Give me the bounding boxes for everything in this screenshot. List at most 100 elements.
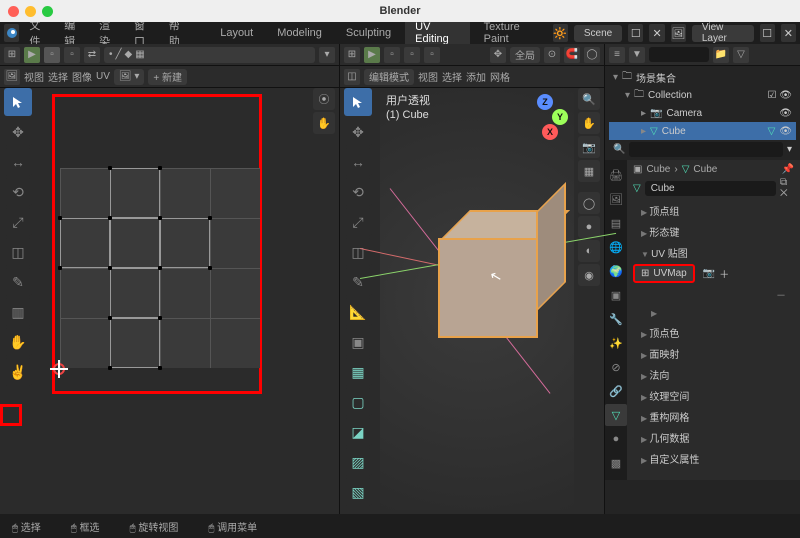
ptab-viewlayer[interactable]: ▤ bbox=[605, 212, 627, 234]
outliner-scene-collection[interactable]: ▾🗀 场景集合 bbox=[609, 68, 796, 86]
workspace-layout[interactable]: Layout bbox=[210, 25, 263, 41]
ptab-texture[interactable]: ▩ bbox=[605, 452, 627, 474]
ptab-particles[interactable]: ✨ bbox=[605, 332, 627, 354]
uv-image-slot[interactable]: 🖼 ▾ bbox=[114, 69, 145, 85]
section-normals[interactable]: 法向 bbox=[633, 365, 794, 384]
uvmap-remove-button[interactable]: － bbox=[768, 285, 794, 304]
ptab-object[interactable]: ▣ bbox=[605, 284, 627, 306]
gizmo-y[interactable]: Y bbox=[552, 109, 568, 125]
uv-2d-cursor[interactable] bbox=[50, 360, 68, 378]
section-vertex-colors[interactable]: 顶点色 bbox=[633, 323, 794, 342]
vp-tool-transform[interactable]: ◫ bbox=[344, 238, 372, 266]
uv-sync-icon[interactable]: ⇄ bbox=[84, 47, 100, 63]
section-vertex-groups[interactable]: 顶点组 bbox=[633, 201, 794, 220]
scene-icon[interactable]: 🔆 bbox=[553, 24, 568, 42]
ptab-render[interactable]: 🖨 bbox=[605, 164, 627, 186]
section-custom-props[interactable]: 自定义属性 bbox=[633, 449, 794, 468]
blender-icon[interactable] bbox=[4, 24, 19, 42]
vp-shade-rendered[interactable]: ◉ bbox=[578, 264, 600, 286]
ptab-constraint[interactable]: 🔗 bbox=[605, 380, 627, 402]
vp-mode[interactable]: 编辑模式 bbox=[364, 69, 414, 85]
vp-orient-icon[interactable]: ✥ bbox=[490, 47, 506, 63]
uv-sel-mode-1[interactable]: ▫ bbox=[44, 47, 60, 63]
viewlayer-name[interactable]: View Layer bbox=[692, 25, 754, 42]
uv-menu-uv[interactable]: UV bbox=[96, 71, 110, 82]
vp-tool-loopcut[interactable]: ▨ bbox=[344, 448, 372, 476]
vp-menu-select[interactable]: 选择 bbox=[442, 69, 462, 84]
vp-tool-bevel[interactable]: ◪ bbox=[344, 418, 372, 446]
uvmap-sub[interactable] bbox=[633, 306, 794, 321]
section-texture-space[interactable]: 纹理空间 bbox=[633, 386, 794, 405]
section-uv-maps[interactable]: UV 贴图 bbox=[633, 243, 794, 262]
vp-menu-add[interactable]: 添加 bbox=[466, 69, 486, 84]
uv-menu-image[interactable]: 图像 bbox=[72, 69, 92, 84]
vp-persp-icon[interactable]: ▦ bbox=[578, 160, 600, 182]
vp-menu-mesh[interactable]: 网格 bbox=[490, 69, 510, 84]
vp-tool-annotate[interactable]: ✎ bbox=[344, 268, 372, 296]
outliner-new-collection-icon[interactable]: 📁 bbox=[713, 47, 729, 63]
vp-tool-scale[interactable]: ⤢ bbox=[344, 208, 372, 236]
uv-tool-transform[interactable]: ◫ bbox=[4, 238, 32, 266]
uv-tool-annotate[interactable]: ✎ bbox=[4, 268, 32, 296]
vp-tool-select[interactable] bbox=[344, 88, 372, 116]
ptab-mesh[interactable]: ▽ bbox=[605, 404, 627, 426]
outliner-funnel-icon[interactable]: ▽ bbox=[733, 47, 749, 63]
uvmap-add-button[interactable]: ＋ bbox=[719, 266, 729, 281]
ptab-material[interactable]: ● bbox=[605, 428, 627, 450]
workspace-modeling[interactable]: Modeling bbox=[267, 25, 332, 41]
uv-tool-move[interactable]: ↔ bbox=[4, 148, 32, 176]
gizmo-z[interactable]: Z bbox=[537, 94, 553, 110]
uv-tool-select[interactable] bbox=[4, 88, 32, 116]
editor-type-icon[interactable]: ⊞ bbox=[4, 47, 20, 63]
vp-camera-icon[interactable]: 📷 bbox=[578, 136, 600, 158]
vp-orientation[interactable]: 全局 bbox=[510, 47, 540, 63]
workspace-uv-editing[interactable]: UV Editing bbox=[405, 19, 470, 47]
vp-snap-icon[interactable]: 🧲 bbox=[564, 47, 580, 63]
nav-gizmo[interactable]: Z Y X bbox=[522, 94, 568, 140]
close-button[interactable] bbox=[8, 6, 19, 17]
outliner-item-camera[interactable]: ▸📷 Camera 👁 bbox=[609, 104, 796, 122]
scene-new[interactable]: ☐ bbox=[628, 24, 643, 42]
ptab-world[interactable]: 🌍 bbox=[605, 260, 627, 282]
mesh-cube[interactable] bbox=[430, 198, 570, 338]
outliner-item-cube[interactable]: ▸▽ Cube ▽ 👁 bbox=[609, 122, 796, 140]
vp-tool-cursor[interactable]: ✥ bbox=[344, 118, 372, 146]
uv-new-button[interactable]: + 新建 bbox=[148, 69, 187, 85]
uv-tool-cursor[interactable]: ✥ bbox=[4, 118, 32, 146]
vp-tool-move[interactable]: ↔ bbox=[344, 148, 372, 176]
ptab-output[interactable]: 🖼 bbox=[605, 188, 627, 210]
uv-tool-rotate[interactable]: ⟲ bbox=[4, 178, 32, 206]
outliner-collection[interactable]: ▾🗀 Collection ☑ 👁 bbox=[609, 86, 796, 104]
uv-tool-scale[interactable]: ⤢ bbox=[4, 208, 32, 236]
vp-sel-edge[interactable]: ▫ bbox=[404, 47, 420, 63]
uv-tool-rip[interactable]: ▥ bbox=[4, 298, 32, 326]
uv-img-icon[interactable]: 🖼 bbox=[4, 69, 20, 85]
uv-canvas[interactable] bbox=[40, 88, 309, 510]
vp-pan-icon[interactable]: ✋ bbox=[578, 112, 600, 134]
uv-select-mode[interactable]: • ╱ ◆ ▦ bbox=[104, 47, 315, 63]
uvmap-item[interactable]: ⊞ UVMap bbox=[633, 264, 695, 283]
vp-tool-addcube[interactable]: ▣ bbox=[344, 328, 372, 356]
viewlayer-del[interactable]: ✕ bbox=[781, 24, 796, 42]
uv-tool-pinch[interactable]: ✌ bbox=[4, 358, 32, 386]
viewlayer-new[interactable]: ☐ bbox=[760, 24, 775, 42]
minimize-button[interactable] bbox=[25, 6, 36, 17]
outliner-search-lower[interactable] bbox=[629, 142, 783, 157]
outliner-type-icon[interactable]: ≡ bbox=[609, 47, 625, 63]
uv-cursor-icon[interactable]: ▶ bbox=[24, 47, 40, 63]
vp-sel-vert[interactable]: ▫ bbox=[384, 47, 400, 63]
uv-tool-grab[interactable]: ✋ bbox=[4, 328, 32, 356]
viewlayer-icon[interactable]: 🖼 bbox=[671, 24, 686, 42]
workspace-texture-paint[interactable]: Texture Paint bbox=[474, 19, 549, 47]
vp-pivot-icon[interactable]: ⊙ bbox=[544, 47, 560, 63]
section-geometry-data[interactable]: 几何数据 bbox=[633, 428, 794, 447]
vp-prop-icon[interactable]: ◯ bbox=[584, 47, 600, 63]
section-face-maps[interactable]: 面映射 bbox=[633, 344, 794, 363]
ptab-modifier[interactable]: 🔧 bbox=[605, 308, 627, 330]
vp-mode-icon[interactable]: ◫ bbox=[344, 69, 360, 85]
vp-sel-face[interactable]: ▫ bbox=[424, 47, 440, 63]
uv-pivot-icon[interactable]: ⦿ bbox=[313, 88, 335, 110]
vp-tool-measure[interactable]: 📐 bbox=[344, 298, 372, 326]
section-remesh[interactable]: 重构网格 bbox=[633, 407, 794, 426]
uv-pan-icon[interactable]: ✋ bbox=[313, 112, 335, 134]
